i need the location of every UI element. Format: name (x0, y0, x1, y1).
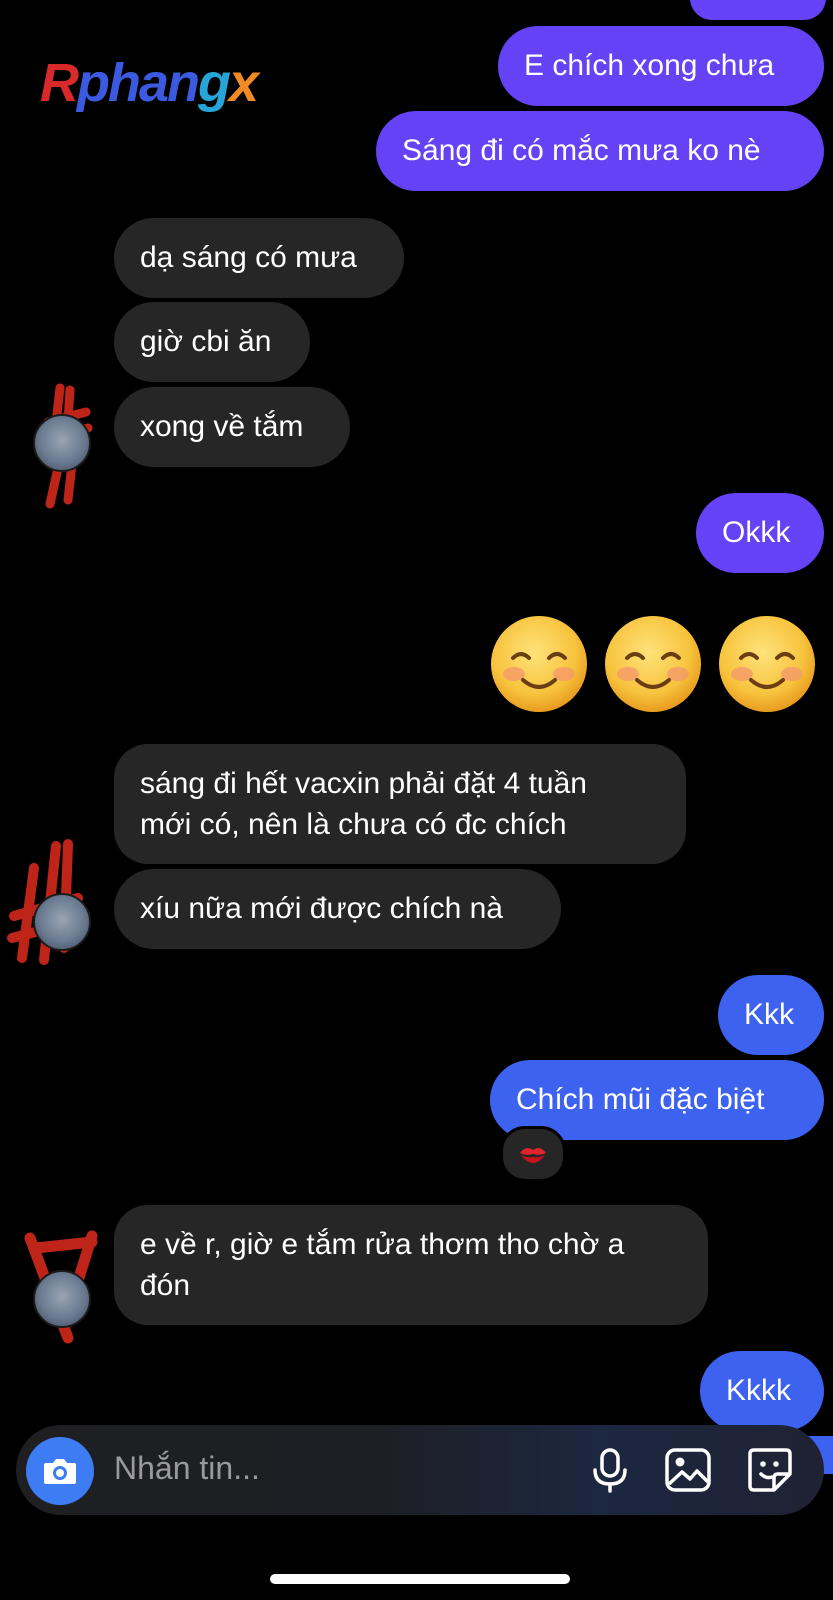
message-bubble-partial[interactable] (690, 0, 826, 20)
home-indicator[interactable] (270, 1574, 570, 1584)
microphone-icon[interactable] (584, 1444, 636, 1496)
camera-icon (44, 1459, 76, 1484)
smiling-face-emoji-icon[interactable] (603, 614, 703, 714)
message-bubble-outgoing[interactable]: Sáng đi có mắc mưa ko nè (376, 111, 824, 191)
app-logo: Rphangx (40, 53, 259, 113)
message-bubble-incoming[interactable]: sáng đi hết vacxin phải đặt 4 tuần mới c… (114, 744, 686, 864)
kiss-mark-icon (520, 1148, 546, 1163)
message-text-line: e về r, giờ e tắm rửa thơm tho chờ a (140, 1228, 625, 1261)
message-bubble-incoming[interactable]: giờ cbi ăn (114, 302, 310, 382)
message-bubble-incoming[interactable]: dạ sáng có mưa (114, 218, 404, 298)
image-icon[interactable] (662, 1444, 714, 1496)
message-text-line: mới có, nên là chưa có đc chích (140, 808, 567, 841)
reaction-badge[interactable] (500, 1126, 566, 1182)
message-text-line: sáng đi hết vacxin phải đặt 4 tuần (140, 767, 587, 800)
smiling-face-emoji-icon[interactable] (489, 614, 589, 714)
contact-avatar[interactable] (33, 414, 91, 472)
message-bubble-outgoing[interactable]: Kkk (718, 975, 824, 1055)
contact-avatar[interactable] (33, 893, 91, 951)
contact-avatar[interactable] (33, 1270, 91, 1328)
message-input[interactable]: Nhắn tin... (114, 1450, 260, 1487)
message-bubble-incoming[interactable]: e về r, giờ e tắm rửa thơm tho chờ a đón (114, 1205, 708, 1325)
smiling-face-emoji-icon[interactable] (717, 614, 817, 714)
message-bubble-incoming[interactable]: xong về tắm (114, 387, 350, 467)
camera-button[interactable] (26, 1437, 94, 1505)
message-text-line: đón (140, 1269, 191, 1302)
message-bubble-outgoing[interactable]: Kkkk (700, 1351, 824, 1431)
sticker-icon[interactable] (744, 1444, 796, 1496)
message-bubble-outgoing[interactable]: E chích xong chưa (498, 26, 824, 106)
message-bubble-incoming[interactable]: xíu nữa mới được chích nà (114, 869, 561, 949)
message-bubble-outgoing[interactable]: Okkk (696, 493, 824, 573)
